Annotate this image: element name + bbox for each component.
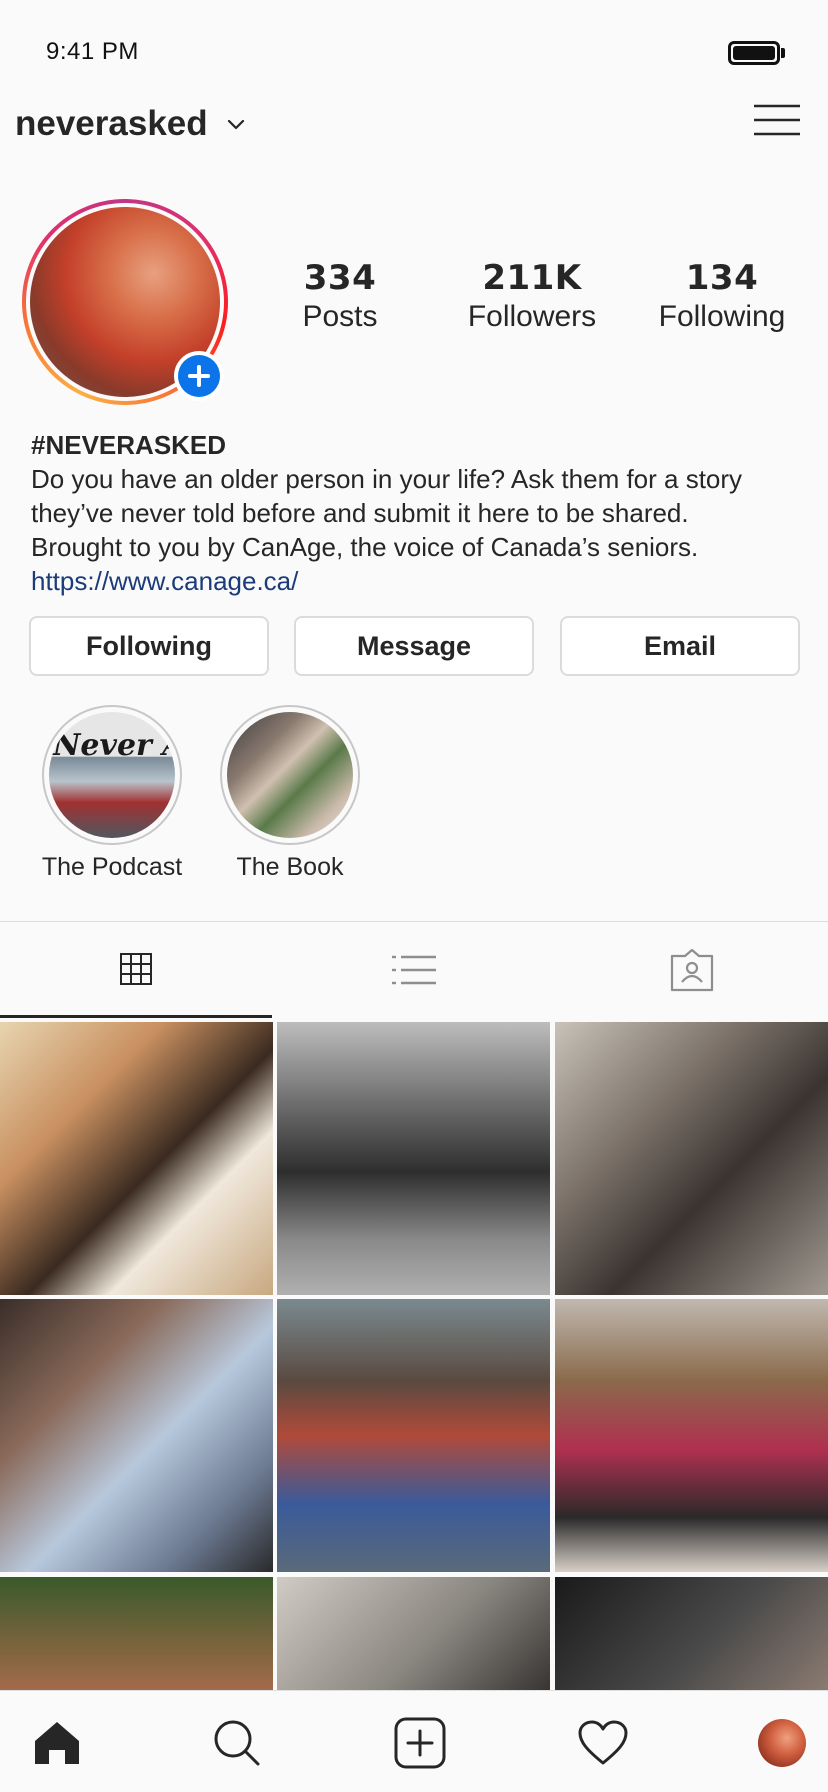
stat-label: Following — [658, 300, 786, 333]
username-title[interactable]: neverasked — [15, 104, 208, 144]
grid-icon — [120, 952, 152, 985]
grid-post[interactable] — [0, 1299, 273, 1572]
plus-icon — [178, 355, 220, 397]
stat-posts[interactable]: 334 Posts — [240, 258, 440, 334]
highlight-cover-text: Never Asked — [53, 728, 175, 763]
bio-link[interactable]: https://www.canage.ca/ — [31, 564, 801, 598]
add-story-button[interactable] — [174, 351, 224, 401]
status-bar: 9:41 PM — [0, 0, 828, 100]
highlight-book[interactable]: The Book — [210, 705, 370, 882]
email-button[interactable]: Email — [560, 616, 800, 676]
menu-icon[interactable] — [754, 102, 800, 138]
stat-followers[interactable]: 211K Followers — [432, 258, 632, 334]
profile-header: neverasked — [0, 100, 828, 156]
highlight-podcast[interactable]: Never Asked The Podcast — [32, 705, 192, 882]
grid-post[interactable] — [277, 1299, 550, 1572]
highlight-cover: Never Asked — [49, 712, 175, 838]
nav-search[interactable] — [207, 1713, 267, 1773]
content-tabs — [0, 921, 828, 1018]
chevron-down-icon[interactable] — [224, 112, 248, 136]
nav-activity[interactable] — [573, 1713, 633, 1773]
profile-avatar — [758, 1719, 806, 1767]
tab-list[interactable] — [278, 922, 550, 1018]
battery-icon — [728, 41, 780, 65]
stat-value: 211K — [482, 258, 582, 298]
bio-line: they’ve never told before and submit it … — [31, 498, 689, 528]
add-post-icon — [394, 1717, 446, 1769]
bio-name: #NEVERASKED — [31, 430, 227, 460]
tab-tagged[interactable] — [556, 922, 828, 1018]
bottom-nav — [0, 1690, 828, 1792]
bio-line: Brought to you by CanAge, the voice of C… — [31, 532, 699, 562]
bio-line: Do you have an older person in your life… — [31, 464, 743, 494]
stat-label: Posts — [302, 300, 378, 333]
battery-tip — [781, 48, 785, 58]
nav-home[interactable] — [27, 1713, 87, 1773]
nav-profile[interactable] — [752, 1713, 812, 1773]
heart-icon — [578, 1720, 628, 1765]
profile-bio: #NEVERASKED Do you have an older person … — [31, 428, 801, 598]
list-icon — [392, 955, 436, 985]
grid-post[interactable] — [555, 1299, 828, 1572]
stat-value: 334 — [303, 258, 377, 298]
stat-following[interactable]: 134 Following — [622, 258, 822, 334]
message-button[interactable]: Message — [294, 616, 534, 676]
grid-post[interactable] — [0, 1022, 273, 1295]
grid-post[interactable] — [277, 1022, 550, 1295]
highlight-cover — [227, 712, 353, 838]
highlight-label: The Podcast — [41, 853, 183, 881]
tagged-icon — [670, 948, 714, 992]
search-icon — [214, 1720, 260, 1766]
stat-value: 134 — [685, 258, 759, 298]
stat-label: Followers — [467, 300, 597, 333]
grid-post[interactable] — [555, 1022, 828, 1295]
nav-add-post[interactable] — [390, 1713, 450, 1773]
status-time: 9:41 PM — [46, 38, 139, 65]
following-button[interactable]: Following — [29, 616, 269, 676]
home-icon — [35, 1722, 79, 1764]
highlight-label: The Book — [236, 853, 344, 881]
tab-grid[interactable] — [0, 922, 272, 1018]
